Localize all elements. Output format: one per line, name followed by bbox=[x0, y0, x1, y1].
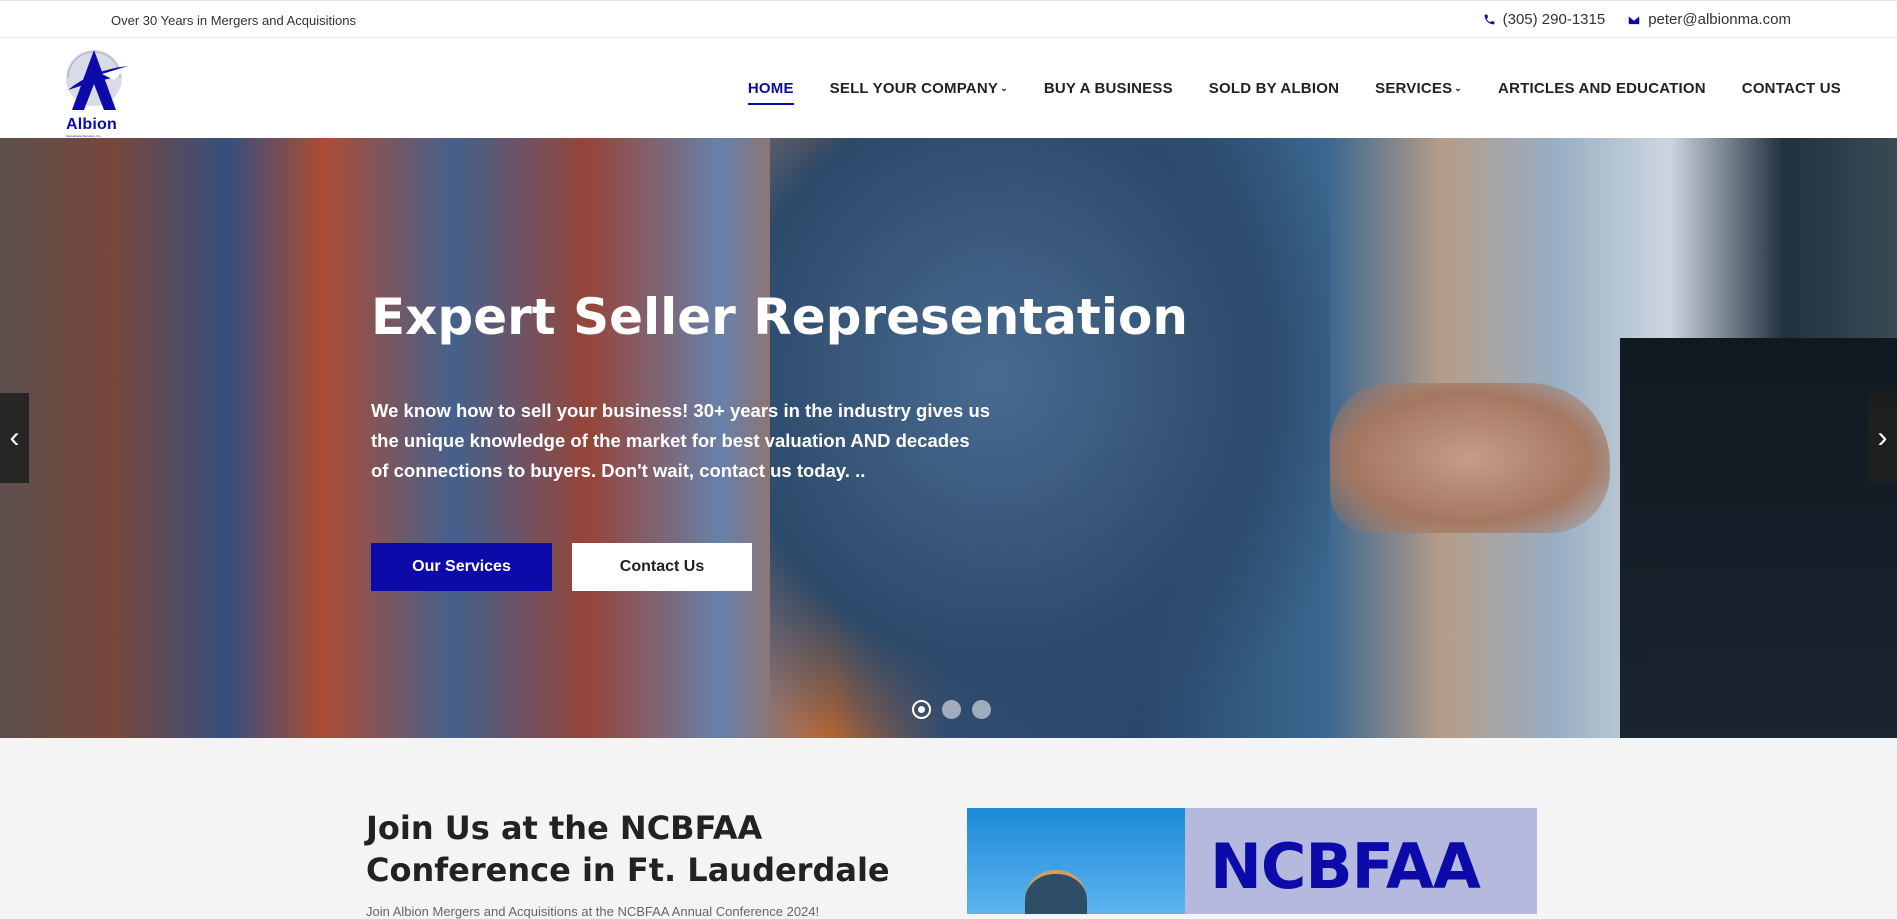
logo-mark-icon bbox=[66, 50, 128, 110]
top-bar: Over 30 Years in Mergers and Acquisition… bbox=[0, 0, 1897, 38]
nav-services-label: SERVICES bbox=[1375, 80, 1453, 97]
main-menu: HOME SELL YOUR COMPANY ⌄ BUY A BUSINESS S… bbox=[747, 80, 1841, 105]
nav-articles-and-education[interactable]: ARTICLES AND EDUCATION bbox=[1498, 80, 1706, 97]
nav-contact-us[interactable]: CONTACT US bbox=[1742, 80, 1841, 97]
nav-sold-by-albion[interactable]: SOLD BY ALBION bbox=[1209, 80, 1339, 97]
logo-wordmark: Albion bbox=[66, 116, 117, 133]
top-contact: (305) 290-1315 peter@albionma.com bbox=[1483, 11, 1791, 28]
envelope-icon bbox=[1627, 14, 1641, 25]
promo-text: NCBFAA bbox=[1210, 830, 1481, 903]
email-address: peter@albionma.com bbox=[1648, 11, 1791, 28]
phone-link[interactable]: (305) 290-1315 bbox=[1483, 11, 1606, 28]
nav-sold-label: SOLD BY ALBION bbox=[1208, 80, 1340, 97]
slider-prev-button[interactable]: ‹ bbox=[0, 393, 29, 483]
nav-sell-your-company[interactable]: SELL YOUR COMPANY ⌄ bbox=[830, 80, 1008, 97]
nav-sell-label: SELL YOUR COMPANY bbox=[829, 80, 999, 97]
slider-dot-3[interactable] bbox=[972, 700, 991, 719]
news-section: Join Us at the NCBFAA Conference in Ft. … bbox=[0, 738, 1897, 919]
nav-buy-label: BUY A BUSINESS bbox=[1043, 80, 1173, 97]
hero-title: Expert Seller Representation bbox=[371, 288, 1188, 346]
hero-body: We know how to sell your business! 30+ y… bbox=[371, 400, 991, 481]
slider-next-button[interactable]: › bbox=[1868, 393, 1897, 483]
section-teaser: Join Albion Mergers and Acquisitions at … bbox=[366, 904, 820, 919]
phone-number: (305) 290-1315 bbox=[1502, 11, 1606, 28]
nav-services[interactable]: SERVICES ⌄ bbox=[1375, 80, 1462, 97]
chevron-left-icon: ‹ bbox=[9, 421, 20, 454]
chevron-down-icon: ⌄ bbox=[1454, 83, 1463, 93]
slider-dot-1[interactable] bbox=[912, 700, 931, 719]
nav-contact-label: CONTACT US bbox=[1741, 80, 1841, 97]
nav-home-label: HOME bbox=[747, 80, 794, 97]
email-link[interactable]: peter@albionma.com bbox=[1627, 11, 1791, 28]
chevron-down-icon: ⌄ bbox=[1000, 83, 1008, 93]
hero-slider: Expert Seller Representation We know how… bbox=[0, 138, 1897, 738]
albion-logo[interactable]: Albion International Services, Inc. bbox=[62, 44, 132, 138]
our-services-button[interactable]: Our Services bbox=[371, 543, 552, 591]
main-navbar: Albion International Services, Inc. HOME… bbox=[0, 38, 1897, 138]
promo-panel: NCBFAA bbox=[1185, 808, 1537, 914]
slider-dot-2[interactable] bbox=[942, 700, 961, 719]
contact-us-button[interactable]: Contact Us bbox=[572, 543, 752, 591]
nav-home[interactable]: HOME bbox=[747, 80, 794, 105]
ncbfaa-promo-image[interactable]: NCBFAA bbox=[967, 808, 1537, 914]
phone-icon bbox=[1484, 14, 1494, 25]
nav-articles-label: ARTICLES AND EDUCATION bbox=[1498, 80, 1706, 97]
chevron-right-icon: › bbox=[1877, 421, 1888, 454]
slider-dots bbox=[912, 700, 991, 719]
section-heading: Join Us at the NCBFAA Conference in Ft. … bbox=[366, 809, 890, 889]
nav-buy-a-business[interactable]: BUY A BUSINESS bbox=[1044, 80, 1173, 97]
tagline: Over 30 Years in Mergers and Acquisition… bbox=[111, 13, 356, 28]
